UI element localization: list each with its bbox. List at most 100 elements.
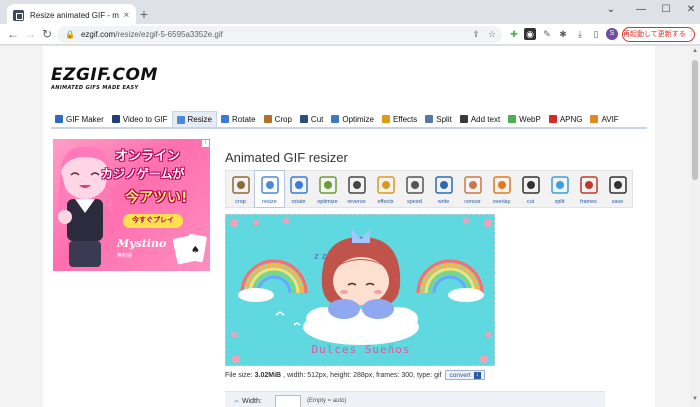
nav-underline <box>51 127 647 129</box>
menu-kebab-icon: ⋮ <box>687 31 695 38</box>
tool-optimize[interactable]: optimize <box>313 171 342 207</box>
tool-save[interactable]: save <box>603 171 632 207</box>
bird-icon <box>275 311 301 326</box>
nav-item-add-text[interactable]: Add text <box>456 111 504 127</box>
back-button[interactable]: ← <box>5 26 21 42</box>
file-info: File size: 3.02MiB , width: 512px, heigh… <box>225 370 485 380</box>
width-input[interactable] <box>275 395 301 407</box>
nav-item-video-to-gif[interactable]: Video to GIF <box>108 111 172 127</box>
close-window-button[interactable]: ✕ <box>678 2 700 18</box>
tab-search-icon[interactable]: ⌄ <box>598 2 624 18</box>
optimize-icon <box>331 115 340 123</box>
ad-info-icon[interactable]: i <box>202 140 209 147</box>
minimize-button[interactable]: — <box>628 2 654 18</box>
reverse-icon <box>347 176 366 194</box>
download-icon[interactable]: ⤓ <box>574 28 586 40</box>
relaunch-label: 再起動して更新する <box>623 31 686 38</box>
extension-icon[interactable]: ✎ <box>541 28 553 40</box>
add-text-icon <box>459 115 468 123</box>
page-scrollbar[interactable]: ▲ ▼ <box>690 46 700 407</box>
nav-item-label: Optimize <box>342 114 374 124</box>
tool-crop[interactable]: crop <box>226 171 255 207</box>
nav-item-label: Resize <box>187 115 212 124</box>
crop-icon <box>263 115 272 123</box>
nav-item-effects[interactable]: Effects <box>378 111 421 127</box>
ad-cta-button[interactable]: 今すぐプレイ <box>123 214 183 228</box>
page-viewport: EZGIF.COM ANIMATED GIFS MADE EASY GIF Ma… <box>0 46 700 407</box>
tool-label: crop <box>235 199 246 205</box>
address-bar[interactable]: 🔒 ezgif.com/resize/ezgif-5-6595a3352e.gi… <box>57 26 502 43</box>
nav-item-label: Split <box>436 114 452 124</box>
convert-button[interactable]: convert ↓ <box>445 370 485 380</box>
crop-icon <box>231 176 250 194</box>
tab-active[interactable]: Resize animated GIF - magic-dru... × <box>7 4 136 26</box>
tool-speed[interactable]: speed <box>400 171 429 207</box>
relaunch-update-button[interactable]: 再起動して更新する ⋮ <box>622 27 695 42</box>
split-icon <box>425 115 434 123</box>
tool-label: reverse <box>347 199 366 205</box>
nav-item-avif[interactable]: AVIF <box>586 111 622 127</box>
apng-icon <box>548 115 557 123</box>
nav-item-gif-maker[interactable]: GIF Maker <box>51 111 108 127</box>
scroll-up-arrow-icon[interactable]: ▲ <box>692 48 698 54</box>
tool-censor[interactable]: censor <box>458 171 487 207</box>
censor-icon <box>463 176 482 194</box>
tool-rotate[interactable]: rotate <box>284 171 313 207</box>
logo-tagline: ANIMATED GIFS MADE EASY <box>51 85 139 91</box>
nav-item-cut[interactable]: Cut <box>296 111 327 127</box>
tool-split[interactable]: split <box>545 171 574 207</box>
tab-title: Resize animated GIF - magic-dru... <box>30 10 119 20</box>
nav-item-label: Effects <box>392 114 418 124</box>
rotate-icon <box>289 176 308 194</box>
width-label-text: Width: <box>242 398 262 405</box>
maximize-button[interactable]: ☐ <box>653 2 679 18</box>
gif-maker-icon <box>55 115 63 123</box>
tool-cut[interactable]: cut <box>516 171 545 207</box>
width-hint: (Empty = auto) <box>307 398 347 404</box>
rainbow-left <box>240 259 308 294</box>
side-panel-icon[interactable]: ▯ <box>590 28 602 40</box>
share-icon[interactable]: ⇪ <box>472 29 480 40</box>
bookmark-star-icon[interactable]: ☆ <box>488 29 496 40</box>
tool-write[interactable]: write <box>429 171 458 207</box>
nav-item-split[interactable]: Split <box>421 111 456 127</box>
nav-item-webp[interactable]: WebP <box>504 111 545 127</box>
nav-item-rotate[interactable]: Rotate <box>217 111 260 127</box>
split-icon <box>550 176 569 194</box>
scroll-down-arrow-icon[interactable]: ▼ <box>692 396 698 402</box>
nav-item-label: WebP <box>519 114 541 124</box>
nav-item-crop[interactable]: Crop <box>260 111 296 127</box>
page-title: Animated GIF resizer <box>225 150 348 165</box>
site-logo[interactable]: EZGIF.COM ANIMATED GIFS MADE EASY <box>51 66 176 91</box>
arrows-horizontal-icon: ⇔ <box>233 398 240 405</box>
nav-item-optimize[interactable]: Optimize <box>327 111 378 127</box>
girl-character <box>321 229 401 319</box>
nav-item-apng[interactable]: APNG <box>545 111 587 127</box>
svg-text:z z: z z <box>314 252 327 262</box>
tool-label: cut <box>526 199 535 205</box>
tool-label: resize <box>262 199 277 205</box>
tool-resize[interactable]: resize <box>254 170 285 208</box>
profile-avatar[interactable]: S <box>606 28 618 40</box>
extension-icon[interactable]: ✚ <box>508 28 520 40</box>
tool-effects[interactable]: effects <box>371 171 400 207</box>
frames-icon <box>579 176 598 194</box>
effects-icon <box>381 115 390 123</box>
nav-item-label: Cut <box>310 114 324 124</box>
tool-reverse[interactable]: reverse <box>342 171 371 207</box>
nav-item-label: Rotate <box>232 114 256 124</box>
advertisement-banner[interactable]: オンライン カジノゲームが 今アツい! 今すぐプレイ Mystino 無料版 ♠… <box>53 139 210 271</box>
tab-close-icon[interactable]: × <box>123 10 130 21</box>
scroll-thumb[interactable] <box>692 60 698 180</box>
extensions-puzzle-icon[interactable]: ✱ <box>557 28 569 40</box>
forward-button[interactable]: → <box>22 26 38 42</box>
extension-icon[interactable]: ◉ <box>524 28 536 40</box>
new-tab-button[interactable]: + <box>136 6 152 22</box>
nav-item-label: APNG <box>559 114 583 124</box>
reload-button[interactable]: ↻ <box>39 26 55 42</box>
lock-icon[interactable]: 🔒 <box>65 30 75 39</box>
tool-frames[interactable]: frames <box>574 171 603 207</box>
tool-overlay[interactable]: overlay <box>487 171 516 207</box>
effects-icon <box>376 176 395 194</box>
nav-item-resize[interactable]: Resize <box>171 111 217 127</box>
